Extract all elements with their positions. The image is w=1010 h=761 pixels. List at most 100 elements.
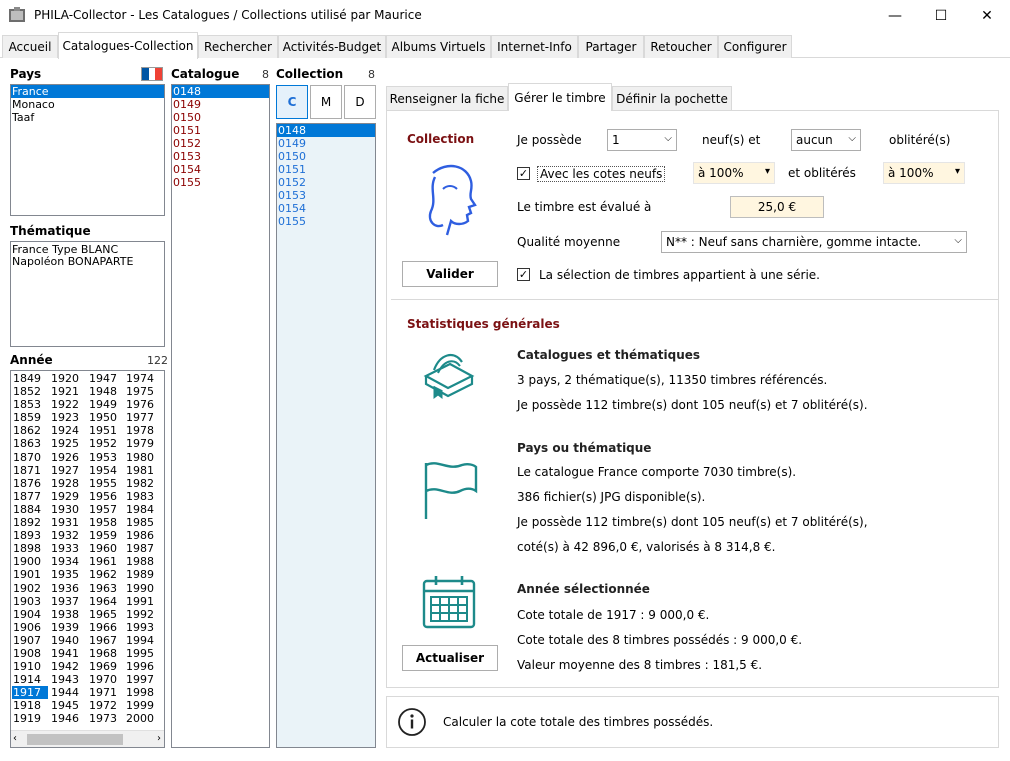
list-item[interactable]: France — [11, 85, 164, 98]
close-button[interactable]: ✕ — [964, 0, 1010, 32]
list-item[interactable]: 1981 — [125, 464, 161, 477]
list-item[interactable]: 1993 — [125, 621, 161, 634]
list-item[interactable]: 1942 — [50, 660, 86, 673]
list-item[interactable]: 1969 — [88, 660, 124, 673]
list-item[interactable]: 1937 — [50, 595, 86, 608]
list-item[interactable]: 0152 — [277, 176, 375, 189]
list-item[interactable]: 1924 — [50, 424, 86, 437]
list-item[interactable]: 1944 — [50, 686, 86, 699]
list-item[interactable]: 1926 — [50, 451, 86, 464]
list-item[interactable]: France Type BLANC — [11, 242, 164, 256]
list-item[interactable]: 1876 — [12, 477, 48, 490]
list-item[interactable]: 0151 — [172, 124, 269, 137]
list-item[interactable]: 1917 — [12, 686, 48, 700]
list-item[interactable]: 1957 — [88, 503, 124, 516]
list-item[interactable]: 1947 — [88, 372, 124, 385]
list-item[interactable]: 1941 — [50, 647, 86, 660]
qualite-combo[interactable]: N** : Neuf sans charnière, gomme intacte… — [661, 231, 967, 253]
list-item[interactable]: 1949 — [88, 398, 124, 411]
list-item[interactable]: 1932 — [50, 529, 86, 542]
list-item[interactable]: 1920 — [50, 372, 86, 385]
list-item[interactable]: 1914 — [12, 673, 48, 686]
list-item[interactable]: 1922 — [50, 398, 86, 411]
minimize-button[interactable]: — — [872, 0, 918, 32]
list-item[interactable]: 1994 — [125, 634, 161, 647]
list-item[interactable]: 1954 — [88, 464, 124, 477]
list-item[interactable]: 1960 — [88, 542, 124, 555]
list-item[interactable]: 1972 — [88, 699, 124, 712]
collection-m-button[interactable]: M — [310, 85, 342, 119]
list-item[interactable]: 1965 — [88, 608, 124, 621]
list-item[interactable]: 1966 — [88, 621, 124, 634]
list-item[interactable]: 1964 — [88, 595, 124, 608]
tab-retoucher[interactable]: Retoucher — [644, 35, 718, 58]
tab-configurer[interactable]: Configurer — [718, 35, 792, 58]
list-item[interactable]: 1984 — [125, 503, 161, 516]
list-item[interactable]: 1903 — [12, 595, 48, 608]
list-item[interactable]: 0149 — [277, 137, 375, 150]
list-item[interactable]: 1956 — [88, 490, 124, 503]
list-item[interactable]: 1978 — [125, 424, 161, 437]
list-item[interactable]: 1950 — [88, 411, 124, 424]
list-item[interactable]: 1906 — [12, 621, 48, 634]
list-item[interactable]: 1961 — [88, 555, 124, 568]
list-item[interactable]: 1904 — [12, 608, 48, 621]
list-item[interactable]: 1862 — [12, 424, 48, 437]
scroll-left-icon[interactable]: ‹ — [13, 733, 17, 744]
list-item[interactable]: 1892 — [12, 516, 48, 529]
tab-gerer-timbre[interactable]: Gérer le timbre — [508, 83, 612, 111]
list-item[interactable]: 0152 — [172, 137, 269, 150]
list-item[interactable]: 1871 — [12, 464, 48, 477]
list-item[interactable]: 1884 — [12, 503, 48, 516]
list-item[interactable]: 1999 — [125, 699, 161, 712]
list-item[interactable]: 1877 — [12, 490, 48, 503]
tab-accueil[interactable]: Accueil — [2, 35, 58, 58]
maximize-button[interactable]: ☐ — [918, 0, 964, 32]
list-item[interactable]: 1971 — [88, 686, 124, 699]
serie-checkbox[interactable]: ✓ — [517, 268, 530, 281]
list-item[interactable]: 1933 — [50, 542, 86, 555]
list-item[interactable]: 1923 — [50, 411, 86, 424]
list-item[interactable]: 1918 — [12, 699, 48, 712]
list-item[interactable]: 1908 — [12, 647, 48, 660]
list-item[interactable]: 1910 — [12, 660, 48, 673]
tab-activites-budget[interactable]: Activités-Budget — [278, 35, 386, 58]
horizontal-scrollbar[interactable]: ‹ › — [11, 730, 164, 747]
list-item[interactable]: 1921 — [50, 385, 86, 398]
list-item[interactable]: 1853 — [12, 398, 48, 411]
list-item[interactable]: 1991 — [125, 595, 161, 608]
avec-cotes-label[interactable]: Avec les cotes neufs — [537, 166, 666, 182]
tab-albums-virtuels[interactable]: Albums Virtuels — [386, 35, 491, 58]
list-item[interactable]: Napoléon BONAPARTE — [11, 255, 164, 268]
list-item[interactable]: 1898 — [12, 542, 48, 555]
list-item[interactable]: 1948 — [88, 385, 124, 398]
tab-renseigner-fiche[interactable]: Renseigner la fiche — [386, 86, 508, 110]
list-item[interactable]: 1870 — [12, 451, 48, 464]
list-item[interactable]: 1962 — [88, 568, 124, 581]
list-item[interactable]: 0155 — [172, 176, 269, 189]
list-item[interactable]: 1977 — [125, 411, 161, 424]
list-item[interactable]: 1975 — [125, 385, 161, 398]
pct-oblit-combo[interactable]: à 100% ▾ — [883, 162, 965, 184]
list-item[interactable]: 1974 — [125, 372, 161, 385]
list-item[interactable]: 1998 — [125, 686, 161, 699]
list-item[interactable]: 1930 — [50, 503, 86, 516]
list-item[interactable]: 1927 — [50, 464, 86, 477]
list-item[interactable]: 0153 — [172, 150, 269, 163]
tab-catalogues-collection[interactable]: Catalogues-Collection — [58, 32, 198, 59]
list-item[interactable]: 1929 — [50, 490, 86, 503]
collection-d-button[interactable]: D — [344, 85, 376, 119]
list-item[interactable]: 0150 — [172, 111, 269, 124]
list-item[interactable]: 1928 — [50, 477, 86, 490]
list-item[interactable]: 1987 — [125, 542, 161, 555]
list-item[interactable]: 1973 — [88, 712, 124, 725]
list-item[interactable]: 1959 — [88, 529, 124, 542]
list-item[interactable]: 1936 — [50, 582, 86, 595]
list-item[interactable]: 2000 — [125, 712, 161, 725]
list-item[interactable]: 1986 — [125, 529, 161, 542]
list-item[interactable]: 1907 — [12, 634, 48, 647]
list-item[interactable]: 1945 — [50, 699, 86, 712]
list-item[interactable]: 1979 — [125, 437, 161, 450]
list-item[interactable]: 1931 — [50, 516, 86, 529]
list-item[interactable]: 0149 — [172, 98, 269, 111]
